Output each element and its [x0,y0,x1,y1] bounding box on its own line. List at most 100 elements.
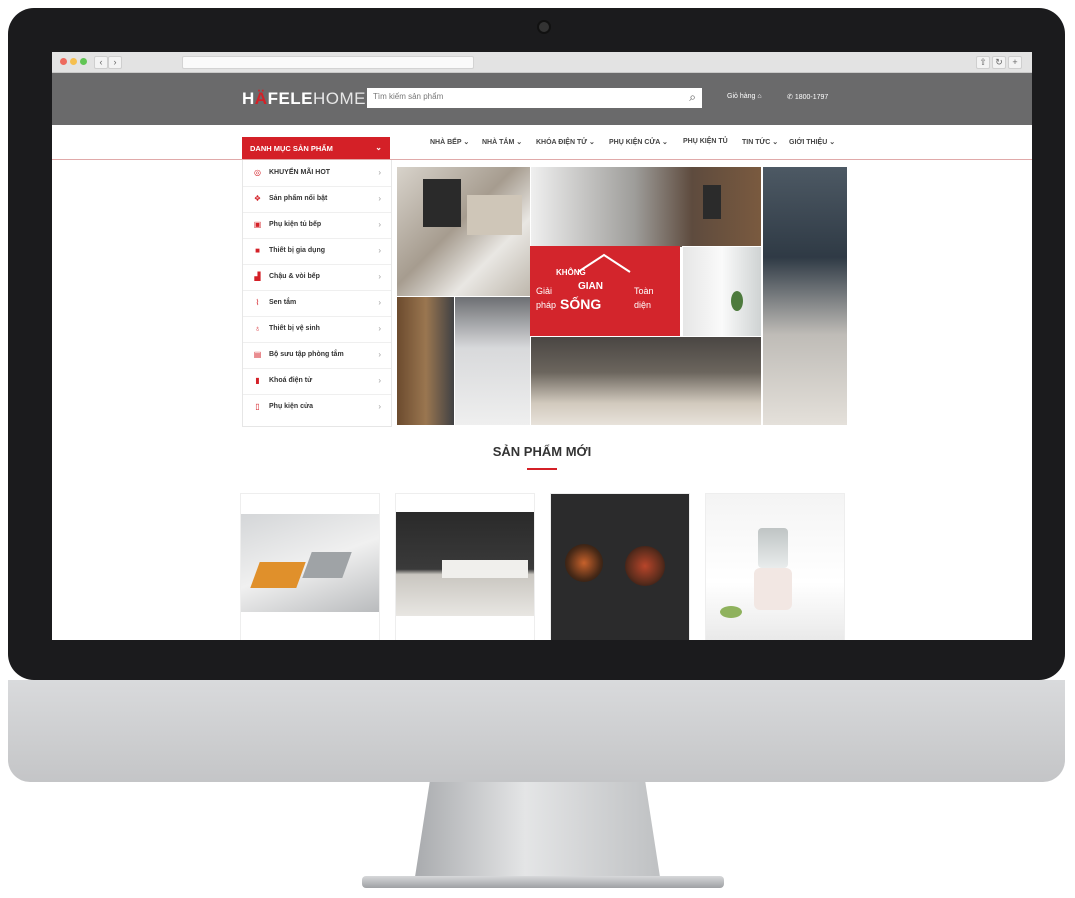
chevron-right-icon: › [378,272,381,281]
search-input[interactable]: Tìm kiếm sản phẩm ⌕ [367,88,702,108]
hero-banner[interactable]: KHÔNG Giải GIAN Toàn pháp SỐNG diện [396,166,848,426]
chevron-right-icon: › [378,168,381,177]
banner-text-giai: Giải [536,286,553,296]
search-icon[interactable]: ⌕ [689,90,696,105]
chevron-right-icon: › [378,194,381,203]
section-title: SẢN PHẨM MỚI [492,444,592,459]
sidebar-item-door-accessories[interactable]: ▯ Phụ kiện cửa › [243,394,391,420]
lock-icon: ▮ [255,376,260,385]
forward-button[interactable]: › [108,56,122,69]
banner-text-toan: Toàn [634,286,654,296]
kitchen-counter-image [442,560,528,578]
toilet-icon: ♁ [254,324,261,333]
plant-image [731,291,743,311]
banner-text-khong: KHÔNG [556,268,586,277]
camera [537,20,551,34]
door-photo [396,296,456,426]
share-icon[interactable]: ⇧ [976,56,990,69]
chevron-right-icon: › [378,324,381,333]
blender-base-image [754,568,792,610]
nav-kitchen[interactable]: NHÀ BẾP ⌄ [430,138,469,146]
nav-about[interactable]: GIỚI THIỆU ⌄ [789,138,835,146]
sidebar-item-sanitary[interactable]: ♁ Thiết bị vệ sinh › [243,316,391,343]
cart-link[interactable]: Giỏ hàng ⌂ [727,93,762,100]
product-image-sink [241,514,379,612]
sidebar-item-appliances[interactable]: ■ Thiết bị gia dụng › [243,238,391,265]
interior-sketch-photo [530,166,762,248]
bathroom-icon: ▤ [253,350,262,359]
product-card[interactable] [240,493,380,640]
kitchen-photo [396,166,531,298]
sidebar-item-sink-faucet[interactable]: ▟ Chậu & vòi bếp › [243,264,391,291]
star-icon: ❖ [253,194,262,203]
screen: ‹ › ⇧ ↻ + HÄFELEHOME Tìm kiếm sản phẩm ⌕… [52,52,1032,640]
search-placeholder: Tìm kiếm sản phẩm [373,92,444,101]
nav-cabinet-accessories[interactable]: PHỤ KIỆN TỦ [683,138,728,145]
smart-lock-image [703,185,721,219]
sink-basin-image [302,552,352,578]
nav-news[interactable]: TIN TỨC ⌄ [742,138,778,146]
sidebar-item-bathroom-collection[interactable]: ▤ Bộ sưu tập phòng tắm › [243,342,391,369]
product-image-blender [706,494,844,640]
cabinet-image [467,195,522,235]
oven-image [423,179,461,227]
bathroom-photo [454,296,532,426]
pan-image [565,544,603,582]
banner-text-dien: diện [634,300,652,310]
zoom-window-button[interactable] [80,58,87,65]
sidebar-item-featured[interactable]: ❖ Sản phẩm nổi bật › [243,186,391,213]
category-menu-label: DANH MỤC SẢN PHẨM [250,144,333,153]
product-image-kitchen [396,512,534,616]
bathroom-corridor-photo [762,166,848,426]
sidebar-item-shower[interactable]: ⌇ Sen tắm › [243,290,391,317]
reload-icon[interactable]: ↻ [992,56,1006,69]
banner-slogan: KHÔNG Giải GIAN Toàn pháp SỐNG diện [530,246,680,336]
product-card[interactable] [705,493,845,640]
product-card[interactable] [550,493,690,640]
food-bowl-image [720,606,742,618]
living-room-photo [530,336,762,426]
sidebar-item-kitchen-cabinet[interactable]: ▣ Phụ kiện tủ bếp › [243,212,391,239]
chevron-right-icon: › [378,220,381,229]
banner-text-song: SỐNG [560,296,602,312]
chevron-right-icon: › [378,298,381,307]
site-header: HÄFELEHOME Tìm kiếm sản phẩm ⌕ Giỏ hàng … [52,73,1032,125]
back-button[interactable]: ‹ [94,56,108,69]
close-window-button[interactable] [60,58,67,65]
plant-room-photo [682,246,762,338]
main-navigation: DANH MỤC SẢN PHẨM ⌄ NHÀ BẾP ⌄ NHÀ TẮM ⌄ … [52,125,1032,160]
monitor-chin [8,680,1065,782]
address-bar[interactable] [182,56,474,69]
hotline-link[interactable]: ✆ 1800-1797 [787,93,828,101]
banner-text-gian: GIAN [578,281,603,292]
nav-bathroom[interactable]: NHÀ TẮM ⌄ [482,138,522,146]
sink-icon: ▟ [254,272,261,281]
blender-jar-image [758,528,788,568]
chevron-right-icon: › [378,402,381,411]
section-divider [527,468,557,470]
door-icon: ▯ [255,402,260,411]
new-tab-icon[interactable]: + [1008,56,1022,69]
nav-door-accessories[interactable]: PHỤ KIỆN CỬA ⌄ [609,138,668,146]
cutting-board-image [250,562,306,588]
chevron-right-icon: › [378,350,381,359]
brand-logo[interactable]: HÄFELEHOME [242,89,366,109]
sidebar-item-electronic-lock[interactable]: ▮ Khoá điện tử › [243,368,391,395]
phone-icon: ✆ [787,94,795,101]
minimize-window-button[interactable] [70,58,77,65]
chevron-down-icon: ⌄ [375,143,382,152]
hotline-number: 1800-1797 [794,94,829,101]
category-menu-button[interactable]: DANH MỤC SẢN PHẨM ⌄ [242,137,390,159]
browser-toolbar: ‹ › ⇧ ↻ + [52,52,1032,73]
monitor-stand-neck [415,782,660,877]
product-card[interactable] [395,493,535,640]
banner-text-phap: pháp [536,300,557,310]
pan-image [625,546,665,586]
monitor-stand-base [362,876,724,888]
nav-electronic-lock[interactable]: KHÓA ĐIỆN TỬ ⌄ [536,138,595,146]
appliance-icon: ■ [255,246,260,255]
cabinet-icon: ▣ [253,220,262,229]
chevron-right-icon: › [378,376,381,385]
cart-icon: ⌂ [757,93,762,100]
sidebar-item-hot-promotion[interactable]: ◎ KHUYẾN MÃI HOT › [243,160,391,187]
